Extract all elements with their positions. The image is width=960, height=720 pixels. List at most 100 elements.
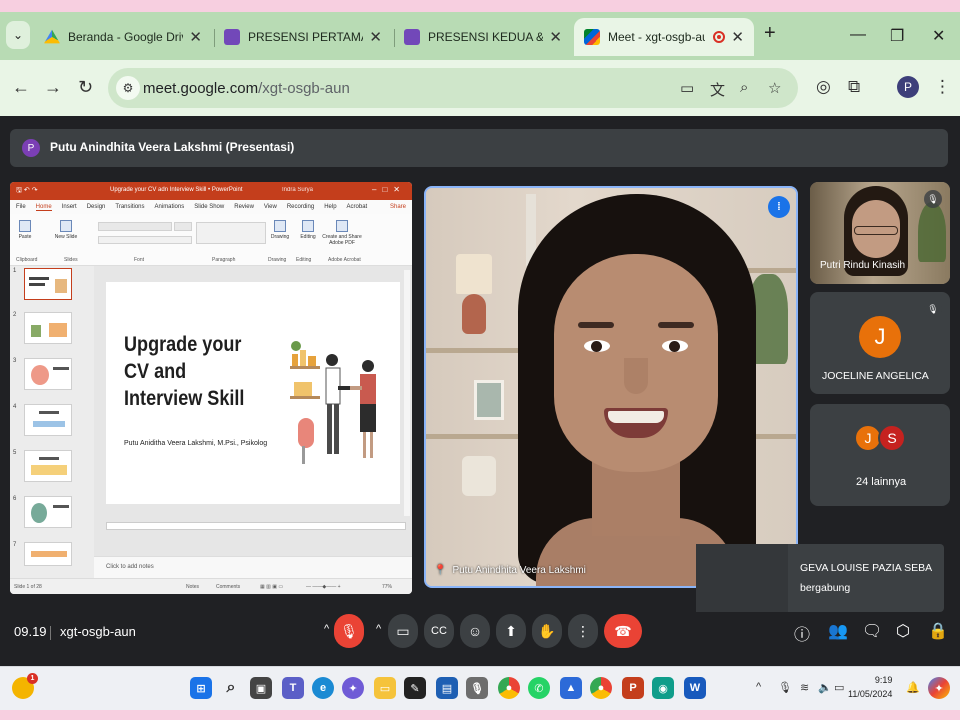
menu-acrobat[interactable]: Acrobat — [347, 204, 368, 210]
sticky-notes-icon[interactable]: ✎ — [404, 677, 426, 699]
participant-tile-putri[interactable]: 🎙 Putri Rindu Kinasih — [810, 182, 950, 284]
url-text[interactable]: meet.google.com/xgt-osgb-aun — [143, 80, 350, 97]
pin-icon[interactable]: 📍 — [434, 565, 446, 576]
chevron-up-icon[interactable]: ^ — [756, 681, 761, 693]
camera-icon[interactable]: ▭ — [680, 79, 694, 97]
comments-button[interactable]: Comments — [216, 584, 240, 590]
close-icon[interactable]: ✕ — [369, 28, 382, 46]
menu-help[interactable]: Help — [324, 204, 336, 210]
menu-insert[interactable]: Insert — [62, 204, 77, 210]
slide-thumbnail[interactable] — [24, 268, 72, 300]
edge-icon[interactable]: e — [312, 677, 334, 699]
notification-bell-icon[interactable]: 🔔 — [906, 681, 920, 694]
close-icon[interactable]: ✕ — [189, 28, 202, 46]
chrome-profile-icon[interactable]: ● — [590, 677, 612, 699]
more-menu-icon[interactable]: ⋮ — [934, 77, 951, 97]
slide-thumbnail[interactable] — [24, 496, 72, 528]
notes-pane[interactable]: Click to add notes — [94, 556, 412, 578]
slide-thumbnail[interactable] — [24, 542, 72, 566]
address-bar[interactable]: ⚙ meet.google.com/xgt-osgb-aun ▭ 文 ⌕ ☆ — [108, 68, 798, 108]
people-icon[interactable]: 👥 — [828, 621, 848, 641]
close-icon[interactable]: ✕ — [549, 28, 562, 46]
chevron-up-icon[interactable]: ^ — [324, 623, 329, 635]
paste-button[interactable]: Paste — [14, 220, 36, 240]
site-info-icon[interactable]: ⚙ — [116, 76, 140, 100]
file-explorer-icon[interactable]: ▭ — [374, 677, 396, 699]
new-slide-button[interactable]: New Slide — [54, 220, 78, 240]
horizontal-scrollbar[interactable] — [106, 522, 406, 530]
menu-animations[interactable]: Animations — [155, 204, 185, 210]
tab-presensi-pertama[interactable]: PRESENSI PERTAMA Soft ✕ — [214, 18, 392, 56]
slide-thumbnail[interactable] — [24, 450, 72, 482]
back-button[interactable]: ← — [12, 77, 30, 98]
chevron-up-icon[interactable]: ^ — [376, 623, 381, 635]
system-clock[interactable]: 9:19 11/05/2024 — [848, 673, 892, 701]
zoom-slider[interactable]: — ——◆—— + — [306, 584, 341, 590]
editing-button[interactable]: Editing — [296, 220, 320, 240]
store-icon[interactable]: ▤ — [436, 677, 458, 699]
profile-avatar[interactable]: P — [897, 76, 919, 98]
close-window-button[interactable]: ✕ — [932, 26, 945, 46]
menu-review[interactable]: Review — [234, 204, 254, 210]
shared-screen-powerpoint[interactable]: 🖫 ↶ ↷ Upgrade your CV adn Interview Skil… — [10, 182, 412, 594]
photos-icon[interactable]: ▲ — [560, 677, 582, 699]
task-view-icon[interactable]: ▣ — [250, 677, 272, 699]
camera-toggle-button[interactable]: ▭ — [388, 614, 418, 648]
menu-slide-show[interactable]: Slide Show — [194, 204, 224, 210]
view-buttons-icon[interactable]: ▦ ▥ ▣ ▭ — [260, 584, 283, 590]
slide-thumbnail[interactable] — [24, 312, 72, 344]
bookmark-star-icon[interactable]: ☆ — [768, 79, 781, 97]
volume-icon[interactable]: 🔈 — [818, 681, 832, 694]
mic-toggle-button[interactable]: 🎙 — [334, 614, 364, 648]
font-name-select[interactable] — [98, 222, 172, 231]
menu-home[interactable]: Home — [35, 204, 52, 211]
main-speaker-video[interactable]: ⁞ 📍 Putu Anindhita Veera Lakshmi — [424, 186, 798, 588]
tab-presensi-kedua[interactable]: PRESENSI KEDUA & UMP ✕ — [394, 18, 572, 56]
share-button[interactable]: Share — [390, 204, 406, 210]
more-options-button[interactable]: ⋮ — [568, 614, 598, 648]
menu-file[interactable]: File — [16, 204, 26, 210]
slide-thumbnail[interactable] — [24, 404, 72, 436]
microphone-tray-icon[interactable]: 🎙 — [778, 681, 792, 694]
windows-start-icon[interactable]: ⊞ — [190, 677, 212, 699]
restore-button[interactable]: ❐ — [890, 26, 904, 46]
drawing-button[interactable]: Drawing — [268, 220, 292, 240]
copilot-tray-icon[interactable]: ✦ — [928, 677, 950, 699]
extension-icon[interactable]: ◎ — [816, 77, 831, 97]
tab-google-drive[interactable]: Beranda - Google Drive ✕ — [34, 18, 212, 56]
notes-button[interactable]: Notes — [186, 584, 199, 590]
slide-subtitle[interactable]: Putu Aniditha Veera Lakshmi, M.Psi., Psi… — [124, 440, 267, 447]
menu-view[interactable]: View — [264, 204, 277, 210]
menu-design[interactable]: Design — [87, 204, 106, 210]
tab-google-meet[interactable]: Meet - xgt-osgb-aun ✕ — [574, 18, 754, 56]
new-tab-button[interactable]: + — [764, 22, 776, 45]
slide-title[interactable]: Upgrade your CV and Interview Skill — [124, 332, 262, 413]
search-icon[interactable]: ⌕ — [220, 677, 242, 699]
translate-icon[interactable]: 文 — [710, 79, 725, 100]
zoom-level[interactable]: 77% — [382, 584, 392, 590]
forward-button[interactable]: → — [44, 77, 62, 98]
weather-widget-icon[interactable]: 1 — [12, 673, 38, 699]
teams-icon[interactable]: T — [282, 677, 304, 699]
reload-button[interactable]: ↻ — [78, 77, 93, 98]
captions-button[interactable]: CC — [424, 614, 454, 648]
host-controls-icon[interactable]: 🔒 — [928, 621, 948, 641]
font-format-buttons[interactable] — [98, 236, 192, 244]
participant-tile-joceline[interactable]: 🎙 J JOCELINE ANGELICA — [810, 292, 950, 394]
extensions-puzzle-icon[interactable]: ⧉ — [848, 77, 860, 97]
whatsapp-icon[interactable]: ✆ — [528, 677, 550, 699]
participant-tile-others[interactable]: J S 24 lainnya — [810, 404, 950, 506]
reactions-button[interactable]: ☺ — [460, 614, 490, 648]
leave-call-button[interactable]: ☎ — [604, 614, 642, 648]
slide-thumbnail[interactable] — [24, 358, 72, 390]
raise-hand-button[interactable]: ✋ — [532, 614, 562, 648]
close-icon[interactable]: ✕ — [731, 28, 744, 46]
menu-recording[interactable]: Recording — [287, 204, 314, 210]
paragraph-buttons[interactable] — [196, 222, 266, 244]
wifi-icon[interactable]: ≋ — [800, 681, 809, 694]
minimize-button[interactable]: — — [850, 26, 866, 44]
zoom-icon[interactable]: ⌕ — [740, 79, 748, 96]
chat-icon[interactable]: 🗨 — [862, 621, 882, 641]
menu-transitions[interactable]: Transitions — [115, 204, 144, 210]
microphone-app-icon[interactable]: 🎙 — [466, 677, 488, 699]
